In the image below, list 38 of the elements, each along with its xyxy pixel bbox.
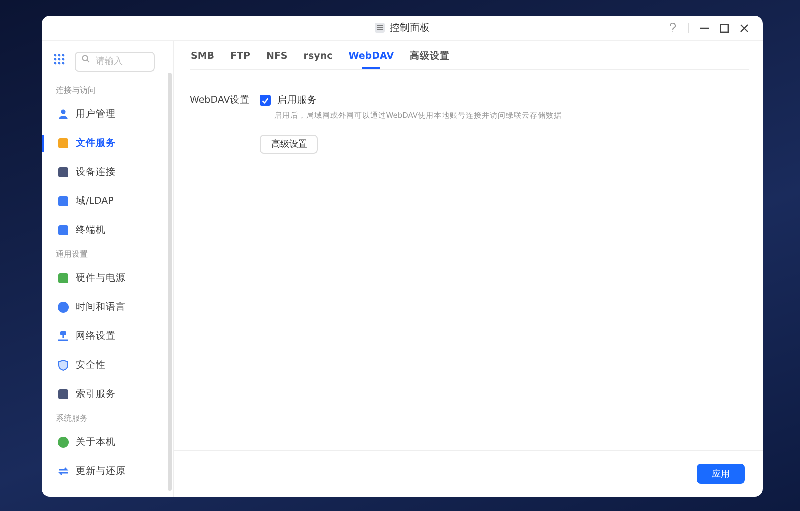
section-heading: 连接与访问 xyxy=(55,85,97,97)
sidebar-item[interactable]: 域/LDAP xyxy=(42,187,173,216)
help-icon[interactable] xyxy=(669,23,677,33)
tab[interactable]: rsync xyxy=(304,41,333,69)
checkbox[interactable] xyxy=(260,95,272,106)
section-heading: 通用设置 xyxy=(55,249,89,261)
app-grid-icon[interactable] xyxy=(54,54,65,64)
tab[interactable]: SMB xyxy=(191,41,215,69)
sidebar-item[interactable]: 安全性 xyxy=(42,351,173,380)
apply-button[interactable]: 应用 xyxy=(697,464,745,484)
search-field[interactable]: 请输入 xyxy=(75,52,155,72)
window-title: 控制面板 xyxy=(390,22,430,35)
network-icon xyxy=(58,331,69,342)
tab[interactable]: NFS xyxy=(266,41,288,69)
sidebar-item[interactable]: 网络设置 xyxy=(42,322,173,351)
search-icon xyxy=(82,55,90,63)
folder-icon xyxy=(58,138,69,149)
tab[interactable]: WebDAV xyxy=(348,41,394,69)
sidebar-item[interactable]: 关于本机 xyxy=(42,428,173,457)
sidebar-item[interactable]: 用户管理 xyxy=(42,100,173,129)
tab[interactable]: FTP xyxy=(230,41,250,69)
sidebar-item[interactable]: 索引服务 xyxy=(42,380,173,409)
tab[interactable]: 高级设置 xyxy=(410,41,450,69)
sidebar-item[interactable]: 终端机 xyxy=(42,216,173,245)
setting-label: WebDAV设置 xyxy=(190,94,250,108)
sidebar-item[interactable]: 更新与还原 xyxy=(42,457,173,486)
user-icon xyxy=(58,109,69,120)
advanced-settings-button[interactable]: 高级设置 xyxy=(260,135,318,154)
close-icon[interactable] xyxy=(740,24,749,32)
maximize-icon[interactable] xyxy=(720,24,729,32)
checkbox-label: 启用服务 xyxy=(277,94,318,107)
sidebar-item[interactable]: 时间和语言 xyxy=(42,293,173,322)
sidebar-item[interactable]: 文件服务 xyxy=(42,129,173,158)
sidebar-item[interactable]: 硬件与电源 xyxy=(42,264,173,293)
sync-icon xyxy=(58,466,69,477)
sidebar-item[interactable]: 设备连接 xyxy=(42,158,173,187)
section-heading: 系统服务 xyxy=(55,413,89,425)
shield-icon xyxy=(58,360,69,371)
